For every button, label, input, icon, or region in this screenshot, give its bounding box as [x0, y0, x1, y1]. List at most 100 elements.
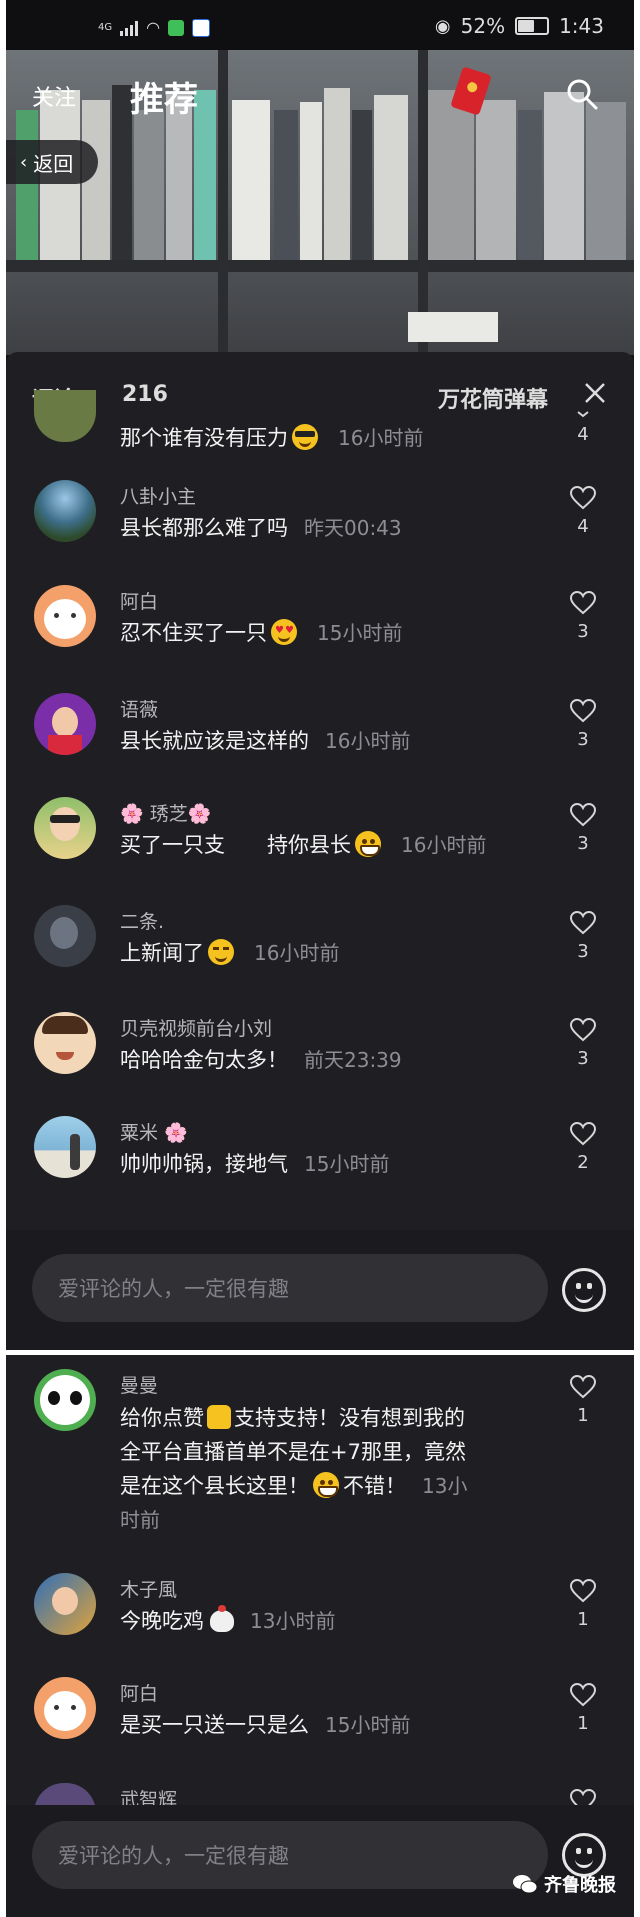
thumbs-up-icon [207, 1405, 231, 1429]
comment-text: 帅帅帅锅，接地气 15小时前 [120, 1148, 389, 1178]
like-button[interactable]: 3 [568, 1018, 598, 1069]
like-button[interactable]: 4 [568, 410, 598, 445]
like-count: 1 [577, 1609, 589, 1630]
like-button[interactable]: 1 [568, 1579, 598, 1630]
like-button[interactable]: 3 [568, 699, 598, 750]
comment-line: 是在这个县长这里！ 不错！ 13小 [120, 1469, 530, 1503]
comment-input-bar: 爱评论的人，一定很有趣 [6, 1230, 634, 1350]
username[interactable]: 🌸 琇芝🌸 [120, 799, 211, 826]
avatar[interactable] [34, 585, 96, 647]
comment-time: 16小时前 [254, 941, 340, 965]
like-button[interactable]: 3 [568, 803, 598, 854]
avatar[interactable] [34, 693, 96, 755]
signal-icon [120, 20, 139, 36]
comment-body: 买了一只支 持你县长 [120, 833, 351, 857]
avatar[interactable] [34, 797, 96, 859]
username[interactable]: 阿白 [120, 587, 158, 614]
comment-time: 13小时前 [250, 1609, 336, 1633]
like-count: 1 [577, 1713, 589, 1734]
heart-eyes-emoji-icon: ♥ ♥ [271, 619, 297, 645]
video-background[interactable] [6, 50, 634, 355]
like-button[interactable]: 2 [568, 1122, 598, 1173]
comment-time: 15小时前 [325, 1713, 411, 1737]
comment-time: 15小时前 [304, 1152, 390, 1176]
comment-input[interactable]: 爱评论的人，一定很有趣 [32, 1254, 548, 1322]
comment-time: 前天23:39 [304, 1048, 402, 1072]
comment-body: 是在这个县长这里！ [120, 1474, 309, 1498]
avatar[interactable] [34, 1369, 96, 1431]
username[interactable]: 语薇 [120, 695, 158, 722]
comment-input-bar: 爱评论的人，一定很有趣 齐鲁晚报 [6, 1805, 634, 1917]
chevron-left-icon: ‹ [20, 151, 28, 173]
status-left: 4G ◠ [98, 18, 211, 37]
recommend-tab[interactable]: 推荐 [130, 72, 198, 121]
like-count: 3 [577, 729, 589, 750]
like-button[interactable]: 1 [568, 1375, 598, 1426]
like-count: 3 [577, 621, 589, 642]
comment-text: 给你点赞 支持支持！没有想到我的 全平台直播首单不是在+7那里，竟然 是在这个县长… [120, 1401, 530, 1537]
avatar[interactable] [34, 1116, 96, 1178]
comment-time: 16小时前 [325, 729, 411, 753]
like-count: 2 [577, 1152, 589, 1173]
username[interactable]: 粟米 🌸 [120, 1118, 188, 1145]
comment-body: 上新闻了 [120, 941, 204, 965]
like-count: 4 [577, 424, 589, 445]
username[interactable]: 木子風 [120, 1575, 177, 1602]
username[interactable]: 二条. [120, 907, 164, 934]
screenshot-top: 4G ◠ ◉ 52% 1:43 关注 推荐 ‹ 返回 216 万花筒弹幕 那个谁… [6, 0, 634, 1350]
status-bar: 4G ◠ ◉ 52% 1:43 [6, 0, 634, 50]
avatar[interactable] [34, 905, 96, 967]
comment-text: 买了一只支 持你县长 16小时前 [120, 829, 486, 859]
heart-icon [570, 699, 596, 723]
comment-input[interactable]: 爱评论的人，一定很有趣 [32, 1821, 548, 1889]
like-button[interactable]: 3 [568, 911, 598, 962]
comment-line: 给你点赞 支持支持！没有想到我的 [120, 1401, 530, 1435]
avatar[interactable] [34, 1677, 96, 1739]
comment-body: 县长就应该是这样的 [120, 729, 309, 753]
input-placeholder: 爱评论的人，一定很有趣 [58, 1844, 289, 1868]
battery-percent: 52% [460, 14, 506, 38]
comment-text: 县长就应该是这样的 16小时前 [120, 725, 410, 755]
comment-time: 16小时前 [338, 426, 424, 450]
comment-list[interactable]: 那个谁有没有压力 16小时前 4 八卦小主 县长都那么难了吗昨天00:43 4 [6, 390, 634, 1250]
comment-body: 不错！ [343, 1474, 406, 1498]
grin-emoji-icon [313, 1472, 339, 1498]
like-button[interactable]: 4 [568, 486, 598, 537]
like-button[interactable]: 3 [568, 591, 598, 642]
smirk-emoji-icon [208, 939, 234, 965]
comment-time: 时前 [120, 1508, 160, 1532]
username[interactable]: 曼曼 [120, 1371, 158, 1398]
search-icon[interactable] [566, 78, 598, 110]
comment-body: 忍不住买了一只 [120, 621, 267, 645]
status-right: ◉ 52% 1:43 [435, 14, 604, 38]
like-count: 3 [577, 833, 589, 854]
emoji-picker-icon[interactable] [562, 1268, 606, 1312]
watermark: 齐鲁晚报 [512, 1871, 616, 1897]
like-button[interactable]: 1 [568, 1683, 598, 1734]
follow-tab[interactable]: 关注 [32, 80, 76, 112]
box-item [408, 312, 498, 342]
comment-body: 支持支持！没有想到我的 [234, 1406, 465, 1430]
comments-count: 216 [122, 382, 168, 407]
avatar[interactable] [34, 480, 96, 542]
back-button[interactable]: ‹ 返回 [6, 140, 98, 184]
heart-icon [570, 1018, 596, 1042]
comment-time: 15小时前 [317, 621, 403, 645]
username[interactable]: 阿白 [120, 1679, 158, 1706]
heart-icon [570, 486, 596, 510]
avatar[interactable] [34, 390, 96, 442]
close-icon[interactable] [582, 380, 608, 406]
input-placeholder: 爱评论的人，一定很有趣 [58, 1277, 289, 1301]
comment-text: 县长都那么难了吗 昨天00:43 [120, 512, 402, 542]
clock: 1:43 [559, 14, 604, 38]
comment-text: 那个谁有没有压力 16小时前 [120, 422, 423, 452]
comment-body: 今晚吃鸡 [120, 1609, 204, 1633]
username[interactable]: 八卦小主 [120, 482, 196, 509]
comment-body: 帅帅帅锅，接地气 [120, 1152, 288, 1176]
comment-text: 今晚吃鸡 13小时前 [120, 1605, 335, 1635]
comment-time: 16小时前 [401, 833, 487, 857]
avatar[interactable] [34, 1573, 96, 1635]
avatar[interactable] [34, 1012, 96, 1074]
username[interactable]: 贝壳视频前台小刘 [120, 1014, 272, 1041]
eye-icon: ◉ [434, 15, 451, 37]
